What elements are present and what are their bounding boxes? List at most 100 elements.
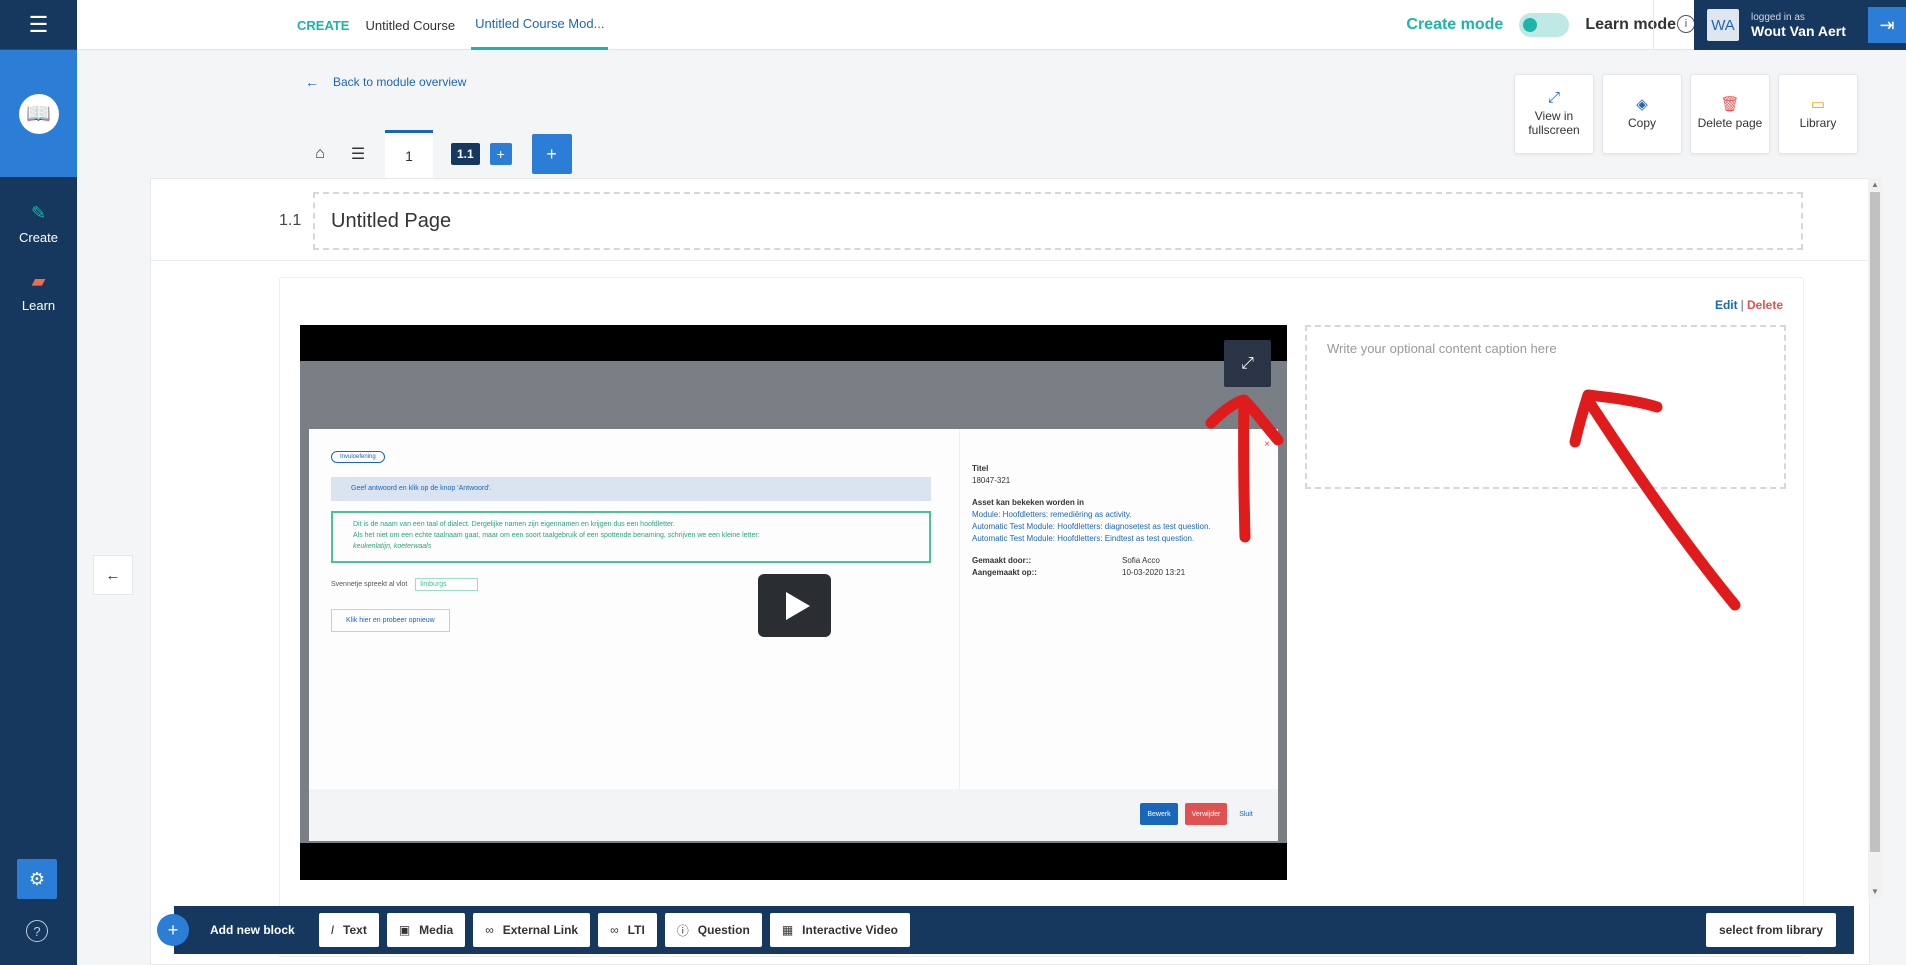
thumb-created-label: Aangemaakt op:: [972,568,1037,577]
add-text-button[interactable]: I Text [318,913,379,947]
thumb-feedback-2: Als het niet om een echte taalnaam gaat,… [353,532,760,539]
add-question-button[interactable]: ⓘ Question [664,913,762,947]
add-page-button[interactable]: + [531,134,572,174]
pencil-icon: ✎ [30,203,47,223]
divider [1653,0,1654,50]
film-icon: ▦ [781,923,794,937]
add-interactive-video-button[interactable]: ▦ Interactive Video [769,913,910,947]
thumb-created: Aangemaakt op:: 10-03-2020 13:21 [972,567,1266,579]
scrollbar[interactable]: ▲ ▼ [1868,178,1882,898]
logout-icon[interactable]: ⇥ [1868,7,1906,43]
sidebar-item-learn[interactable]: ▰ Learn [0,245,77,313]
tab-page-1[interactable]: 1 [385,130,433,178]
book-logo-icon: 📖 [18,93,59,134]
info-icon[interactable]: i [1677,15,1695,33]
layers-icon: ◈ [1636,96,1648,113]
back-to-module-link[interactable]: ← Back to module overview [305,74,466,90]
breadcrumb-module[interactable]: Untitled Course Mod... [471,0,609,50]
expand-icon: ⤢ [1547,89,1560,106]
edit-block-link[interactable]: Edit [1715,298,1738,312]
arrow-left-icon: ← [305,74,319,90]
view-fullscreen-button[interactable]: ⤢ View in fullscreen [1514,74,1594,154]
logo-area: 📖 [0,50,77,177]
sidebar: ☰ 📖 ✎ Create ▰ Learn ⚙ ? [0,0,77,965]
info-icon: ⓘ [676,923,689,938]
scroll-down-icon[interactable]: ▼ [1871,887,1879,896]
add-block-label: Add new block [210,923,295,937]
breadcrumb: CREATE Untitled Course Untitled Course M… [297,0,624,50]
scroll-thumb[interactable] [1870,192,1880,852]
separator: | [1740,298,1744,312]
thumb-asset-3: Automatic Test Module: Hoofdletters: Ein… [972,534,1195,543]
create-mode-label[interactable]: Create mode [1406,16,1503,34]
collapse-panel-button[interactable]: ← [93,555,133,595]
button-label: Interactive Video [802,923,898,937]
thumb-made-by: Gemaakt door:: Sofia Acco [972,555,1266,567]
thumb-feedback: Dit is de naam van een taal of dialect. … [331,511,931,563]
copy-button[interactable]: ◈ Copy [1602,74,1682,154]
back-link-label: Back to module overview [333,75,467,89]
block-actions: Edit | Delete [1715,298,1783,312]
thumb-question: Svennetje spreekt al vlot limburgs [331,578,478,591]
button-label: Question [697,923,750,937]
page-title-input[interactable]: Untitled Page [313,192,1803,250]
avatar[interactable]: WA [1707,9,1739,41]
tab-subpage-1-1[interactable]: 1.1 [451,143,480,165]
thumb-asset-label: Asset kan bekeken worden in [972,498,1085,507]
sidebar-item-create[interactable]: ✎ Create [0,177,77,245]
thumb-made-by-value: Sofia Acco [1122,556,1160,565]
thumb-close-icon: × [1264,439,1270,450]
sidebar-item-label: Learn [21,298,56,313]
thumb-titel-label: Titel [972,464,989,473]
add-external-link-button[interactable]: ∞ External Link [473,913,591,947]
breadcrumb-create[interactable]: CREATE [297,0,349,50]
home-icon[interactable]: ⌂ [305,145,335,163]
image-icon: ▣ [398,923,411,937]
thumb-titel-value: 18047-321 [972,476,1011,485]
select-from-library-button[interactable]: select from library [1705,913,1836,947]
help-icon[interactable]: ? [26,920,48,942]
eraser-icon: ▰ [31,271,46,291]
add-block-icon[interactable]: + [157,914,189,946]
caption-input[interactable]: Write your optional content caption here [1305,325,1786,489]
thumb-close-button: Sluit [1239,810,1253,818]
add-block-bar: + Add new block I Text ▣ Media ∞ External L… [157,906,1854,954]
delete-page-button[interactable]: 🗑 Delete page [1690,74,1770,154]
content-block: Edit | Delete Invuloefening Geef antwoord … [279,277,1804,957]
thumb-remove-button: Verwijder [1185,803,1227,825]
button-label: Media [419,923,454,937]
breadcrumb-course[interactable]: Untitled Course [365,0,455,50]
expand-video-icon[interactable]: ⤢ [1224,340,1271,387]
toggle-knob [1523,18,1538,32]
scroll-up-icon[interactable]: ▲ [1871,180,1879,189]
tool-label: Copy [1627,116,1656,130]
add-media-button[interactable]: ▣ Media [386,913,466,947]
thumb-info: Geef antwoord en klik op de knop 'Antwoo… [331,477,931,501]
thumb-feedback-3: keukenlatijn, koeterwaals [353,543,432,550]
video-player[interactable]: Invuloefening Geef antwoord en klik op d… [300,325,1287,880]
page-number: 1.1 [279,212,302,229]
tool-label: Delete page [1697,116,1763,130]
add-subpage-button[interactable]: + [489,143,512,165]
thumb-pill: Invuloefening [331,451,385,463]
gear-icon[interactable]: ⚙ [17,859,57,899]
sidebar-item-label: Create [18,230,59,245]
thumb-edit-button: Bewerk [1140,803,1178,825]
learn-mode-label[interactable]: Learn mode [1585,16,1676,34]
button-label: External Link [502,923,579,937]
library-button[interactable]: ▭ Library [1778,74,1858,154]
tool-label: View in fullscreen [1528,109,1580,137]
button-label: LTI [627,923,645,937]
tool-label: Library [1799,116,1837,130]
thumb-question-text: Svennetje spreekt al vlot [331,581,408,588]
play-button[interactable] [758,574,831,637]
logged-in-label: logged in as [1751,11,1805,23]
thumb-feedback-1: Dit is de naam van een taal of dialect. … [353,521,675,528]
menu-icon[interactable]: ☰ [0,0,77,50]
list-icon[interactable]: ☰ [343,144,373,164]
page-content: 1.1 Untitled Page Edit | Delete Invuloefen… [150,178,1870,965]
add-lti-button[interactable]: ∞ LTI [598,913,657,947]
link-icon: ∞ [610,923,619,937]
delete-block-link[interactable]: Delete [1747,298,1783,312]
mode-toggle[interactable] [1519,13,1570,37]
